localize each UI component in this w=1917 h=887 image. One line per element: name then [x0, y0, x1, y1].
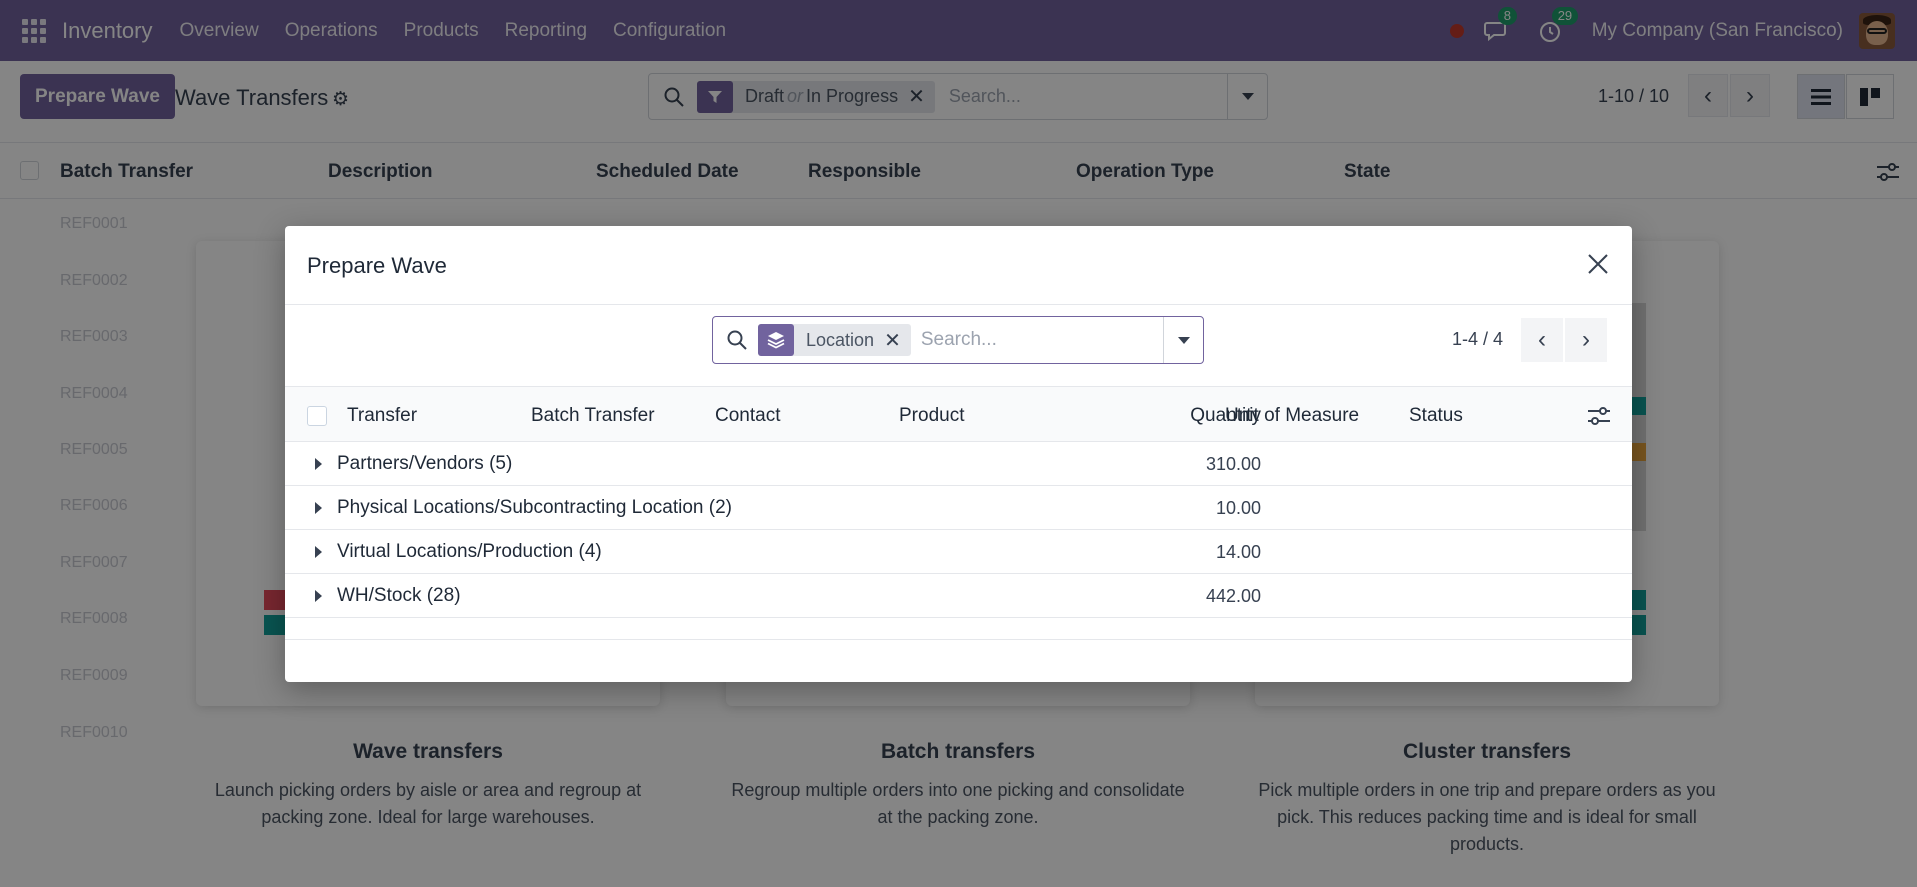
group-quantity: 14.00: [1215, 542, 1261, 562]
group-label: Physical Locations/Subcontracting Locati…: [337, 497, 733, 518]
caret-right-icon: [315, 458, 322, 470]
group-label: Virtual Locations/Production (4): [337, 541, 602, 562]
caret-right-icon: [315, 590, 322, 602]
search-icon[interactable]: [726, 329, 748, 351]
col-unit-of-measure[interactable]: Unit of Measure: [1225, 405, 1359, 427]
optional-columns-icon[interactable]: [1588, 406, 1610, 426]
col-transfer[interactable]: Transfer: [347, 405, 417, 427]
col-status[interactable]: Status: [1409, 405, 1463, 427]
dialog-search-bar: Location ✕ Search...: [712, 316, 1204, 364]
group-quantity: 442.00: [1205, 586, 1261, 606]
dialog-search-input[interactable]: Search...: [921, 329, 1163, 351]
dialog-pager-previous-button[interactable]: ‹: [1521, 318, 1563, 362]
col-product[interactable]: Product: [899, 405, 964, 427]
group-row-wh-stock[interactable]: WH/Stock (28) 442.00: [285, 574, 1632, 618]
group-label: WH/Stock (28): [337, 585, 461, 606]
col-batch-transfer[interactable]: Batch Transfer: [531, 405, 655, 427]
caret-down-icon: [1177, 336, 1190, 344]
group-by-facet-value: Location: [806, 329, 875, 350]
group-row-subcontracting-location[interactable]: Physical Locations/Subcontracting Locati…: [285, 486, 1632, 530]
dialog-pager-value[interactable]: 1-4 / 4: [1452, 329, 1503, 350]
dialog-table-header: Transfer Batch Transfer Contact Product …: [285, 386, 1632, 442]
dialog-select-all-checkbox[interactable]: [307, 406, 327, 426]
caret-right-icon: [315, 546, 322, 558]
group-quantity: 310.00: [1205, 454, 1261, 474]
group-row-production[interactable]: Virtual Locations/Production (4) 14.00: [285, 530, 1632, 574]
dialog-title: Prepare Wave: [307, 253, 447, 278]
prepare-wave-dialog: Prepare Wave Location ✕ Search... 1-4 / …: [285, 226, 1632, 682]
dialog-footer-divider: [285, 639, 1632, 640]
close-icon[interactable]: [1584, 250, 1612, 278]
group-by-facet: Location ✕: [758, 324, 911, 356]
col-contact[interactable]: Contact: [715, 405, 780, 427]
group-quantity: 10.00: [1215, 498, 1261, 518]
dialog-search-options-toggle[interactable]: [1163, 317, 1203, 363]
group-label: Partners/Vendors (5): [337, 453, 513, 474]
dialog-pager-next-button[interactable]: ›: [1565, 318, 1607, 362]
layers-icon: [758, 324, 794, 356]
group-row-partners-vendors[interactable]: Partners/Vendors (5) 310.00: [285, 442, 1632, 486]
caret-right-icon: [315, 502, 322, 514]
remove-group-by-icon[interactable]: ✕: [884, 328, 911, 353]
dialog-header: Prepare Wave: [285, 226, 1632, 305]
